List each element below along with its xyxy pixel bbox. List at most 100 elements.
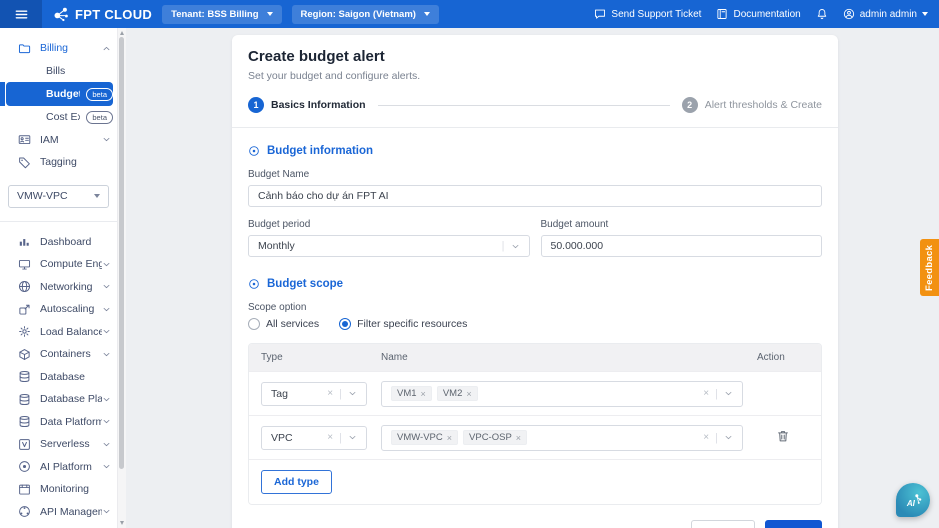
- clear-icon[interactable]: ×: [327, 432, 333, 443]
- sidebar-item-containers[interactable]: Containers: [6, 343, 113, 366]
- resource-row-vpc: VPC×|VMW-VPC×VPC-OSP××|: [249, 415, 821, 459]
- networking-icon: [18, 280, 31, 293]
- circle-dot-icon: [248, 278, 260, 290]
- scroll-up-arrow[interactable]: [120, 31, 124, 35]
- sidebar-item-bills[interactable]: Bills: [6, 60, 113, 83]
- selected-chip-vm2: VM2×: [437, 386, 478, 401]
- budget-amount-value: 50.000.000: [551, 240, 604, 252]
- sidebar-item-compute-engine[interactable]: Compute Engine: [6, 253, 113, 276]
- feedback-tab[interactable]: Feedback: [920, 239, 939, 296]
- step-indicator: 1 Basics Information 2Alert thresholds & C…: [248, 97, 822, 113]
- budget-period-select[interactable]: Monthly |: [248, 235, 530, 257]
- scroll-down-arrow[interactable]: [120, 521, 124, 525]
- sidebar-item-tagging[interactable]: Tagging: [6, 151, 113, 174]
- sidebar-item-item[interactable]: [6, 523, 113, 528]
- fpt-cloud-logo[interactable]: FPT CLOUD: [53, 6, 152, 23]
- sidebar-billing-group: BillingBillsBudget AlertbetaCost Explore…: [0, 37, 118, 174]
- ai-assistant-button[interactable]: AI: [896, 483, 930, 517]
- menu-toggle-button[interactable]: [0, 0, 42, 28]
- selected-chip-vm1: VM1 ×: [391, 386, 432, 401]
- sidebar-item-ai-platform[interactable]: AI Platform: [6, 456, 113, 479]
- budget-name-value: Cảnh báo cho dự án FPT AI: [258, 190, 389, 202]
- sidebar-item-label: Database: [40, 371, 85, 383]
- clear-icon[interactable]: ×: [703, 388, 709, 399]
- sidebar-item-label: IAM: [40, 134, 59, 146]
- step-2[interactable]: 2Alert thresholds & Create: [682, 97, 822, 113]
- serverless-icon: [18, 438, 31, 451]
- sidebar-item-api-management[interactable]: API Management: [6, 501, 113, 524]
- add-type-button[interactable]: Add type: [261, 470, 332, 494]
- user-menu[interactable]: admin admin: [843, 8, 928, 20]
- chevron-down-icon: [267, 12, 273, 16]
- sidebar-item-label: Load Balancer: [40, 326, 102, 338]
- cancel-button[interactable]: Cancel: [691, 520, 755, 528]
- sidebar-item-billing[interactable]: Billing: [6, 37, 113, 60]
- docs-label: Documentation: [733, 9, 800, 20]
- radio-all-services[interactable]: All services: [248, 318, 319, 330]
- clear-icon[interactable]: ×: [327, 388, 333, 399]
- chip-label: VPC-OSP: [469, 432, 512, 443]
- documentation-link[interactable]: Documentation: [716, 8, 800, 20]
- chevron-down-icon: [94, 194, 100, 198]
- name-multiselect[interactable]: VMW-VPC×VPC-OSP××|: [381, 425, 743, 451]
- clear-icon[interactable]: ×: [703, 432, 709, 443]
- step-1[interactable]: 1 Basics Information: [248, 97, 366, 113]
- sidebar-item-serverless[interactable]: Serverless: [6, 433, 113, 456]
- sidebar-item-networking[interactable]: Networking: [6, 276, 113, 299]
- sidebar-scrollbar[interactable]: [117, 28, 126, 528]
- sidebar-item-data-platform[interactable]: Data Platform: [6, 411, 113, 434]
- tenant-selector[interactable]: Tenant: BSS Billing: [162, 5, 281, 24]
- radio-label: Filter specific resources: [357, 318, 467, 330]
- sidebar-item-monitoring[interactable]: Monitoring: [6, 478, 113, 501]
- sidebar-item-load-balancer[interactable]: Load Balancer: [6, 321, 113, 344]
- column-header-type: Type: [261, 352, 381, 363]
- iam-icon: [18, 133, 31, 146]
- chip-label: VMW-VPC: [397, 432, 443, 443]
- scrollbar-thumb[interactable]: [119, 37, 124, 469]
- sidebar-item-label: Containers: [40, 348, 91, 360]
- scope-option-label: Scope option: [248, 302, 822, 313]
- notifications-button[interactable]: [816, 8, 828, 20]
- type-select[interactable]: Tag×|: [261, 382, 367, 406]
- send-support-ticket-link[interactable]: Send Support Ticket: [594, 8, 701, 20]
- chip-remove-icon[interactable]: ×: [421, 389, 426, 399]
- vpc-selector-value: VMW-VPC: [17, 190, 68, 202]
- step-number: 1: [248, 97, 264, 113]
- chip-remove-icon[interactable]: ×: [466, 389, 471, 399]
- next-button[interactable]: Next: [765, 520, 822, 528]
- delete-row-button[interactable]: [776, 429, 790, 446]
- section-title: Budget scope: [267, 278, 343, 290]
- section-title: Budget information: [267, 145, 373, 157]
- sidebar-item-cost-explorer[interactable]: Cost Explorerbeta: [6, 106, 113, 129]
- vpc-selector[interactable]: VMW-VPC: [8, 185, 109, 208]
- chip-remove-icon[interactable]: ×: [447, 433, 452, 443]
- region-label: Region: Saigon (Vietnam): [301, 9, 416, 20]
- sidebar-item-budget-alert[interactable]: Budget Alertbeta: [6, 82, 113, 106]
- chip-remove-icon[interactable]: ×: [516, 433, 521, 443]
- chevron-down-icon: [102, 462, 113, 471]
- budget-name-input[interactable]: Cảnh báo cho dự án FPT AI: [248, 185, 822, 207]
- header-right: Send Support Ticket Documentation admin …: [594, 8, 928, 20]
- radio-label: All services: [266, 318, 319, 330]
- chevron-down-icon: [102, 327, 113, 336]
- selected-chip-vpc-osp: VPC-OSP ×: [463, 430, 527, 445]
- dashboard-icon: [18, 235, 31, 248]
- type-select[interactable]: VPC×|: [261, 426, 367, 450]
- sidebar-item-database-platform[interactable]: Database Platform: [6, 388, 113, 411]
- name-multiselect[interactable]: VM1×VM2××|: [381, 381, 743, 407]
- sidebar-item-autoscaling[interactable]: Autoscaling: [6, 298, 113, 321]
- resource-row-tag: Tag×|VM1×VM2××|: [249, 371, 821, 415]
- sidebar-item-iam[interactable]: IAM: [6, 129, 113, 152]
- chip-label: VM1: [397, 388, 417, 399]
- add-type-row: Add type: [249, 459, 821, 504]
- step-label: Basics Information: [271, 99, 366, 111]
- region-selector[interactable]: Region: Saigon (Vietnam): [292, 5, 439, 24]
- chevron-down-icon: [102, 282, 113, 291]
- scope-option-radios: All services Filter specific resources: [248, 318, 822, 330]
- budget-amount-input[interactable]: 50.000.000: [541, 235, 823, 257]
- radio-filter-specific-resources[interactable]: Filter specific resources: [339, 318, 467, 330]
- sidebar-item-dashboard[interactable]: Dashboard: [6, 231, 113, 254]
- app-root: FPT CLOUD Tenant: BSS Billing Region: Sa…: [0, 0, 939, 528]
- sidebar-item-database[interactable]: Database: [6, 366, 113, 389]
- budget-information-header: Budget information: [248, 145, 822, 157]
